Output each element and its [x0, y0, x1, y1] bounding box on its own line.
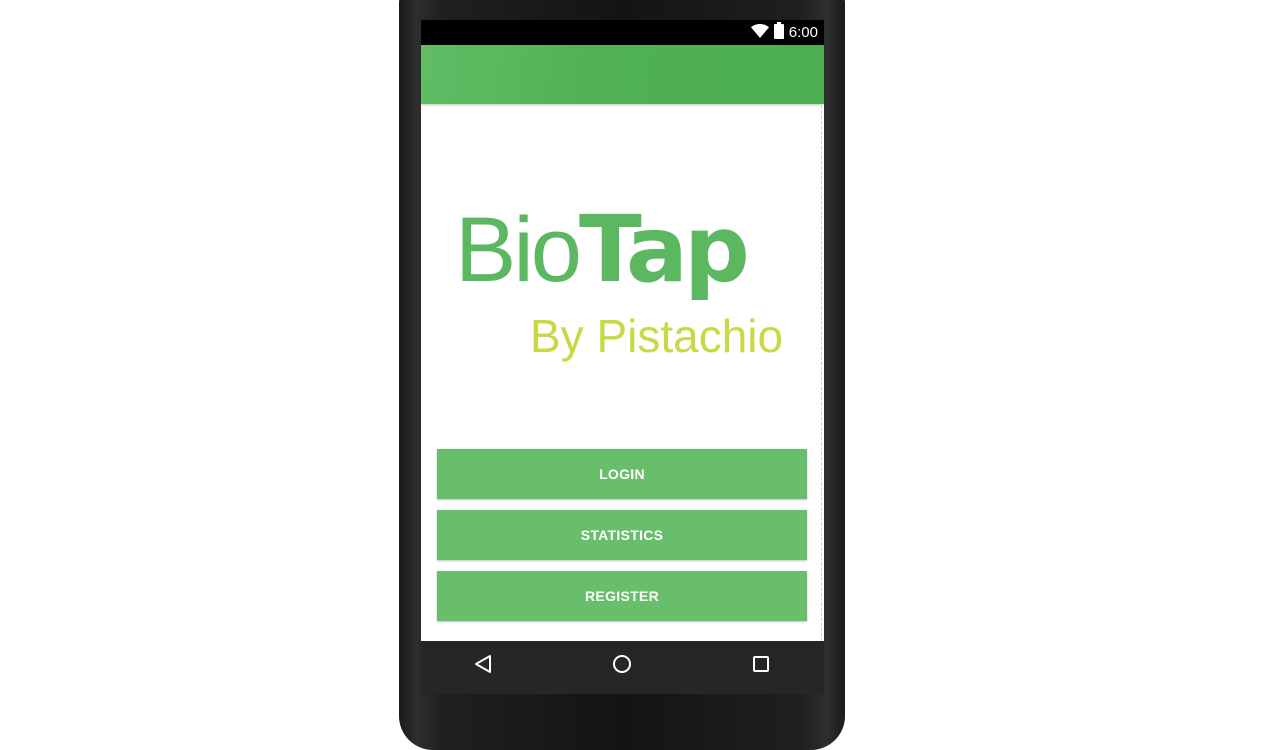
- main-content: BioTap By Pistachio LOGIN STATISTICS REG…: [421, 106, 824, 641]
- wifi-icon: [750, 23, 769, 43]
- logo-wordmark: BioTap: [455, 190, 750, 310]
- status-time: 6:00: [788, 24, 818, 41]
- navigation-bar: [421, 641, 824, 694]
- home-button[interactable]: [602, 651, 642, 681]
- status-icons: 6:00: [750, 22, 818, 44]
- home-icon: [612, 654, 632, 679]
- phone-screen: 6:00 BioTap By Pistachio LOGIN STATISTIC…: [421, 20, 824, 694]
- app-logo: BioTap By Pistachio: [455, 190, 795, 370]
- battery-icon: [773, 22, 784, 44]
- logo-light-text: Bio: [455, 199, 582, 301]
- layout-guide-line: [820, 106, 822, 641]
- status-bar: 6:00: [421, 20, 824, 45]
- back-button[interactable]: [463, 651, 503, 681]
- back-icon: [474, 654, 492, 679]
- app-bar: [421, 45, 824, 104]
- statistics-button[interactable]: STATISTICS: [437, 510, 807, 560]
- logo-bold-text: Tap: [578, 196, 750, 303]
- logo-subtitle: By Pistachio: [530, 310, 784, 362]
- recents-icon: [752, 655, 770, 678]
- recents-button[interactable]: [741, 651, 781, 681]
- register-button[interactable]: REGISTER: [437, 571, 807, 621]
- login-button[interactable]: LOGIN: [437, 449, 807, 499]
